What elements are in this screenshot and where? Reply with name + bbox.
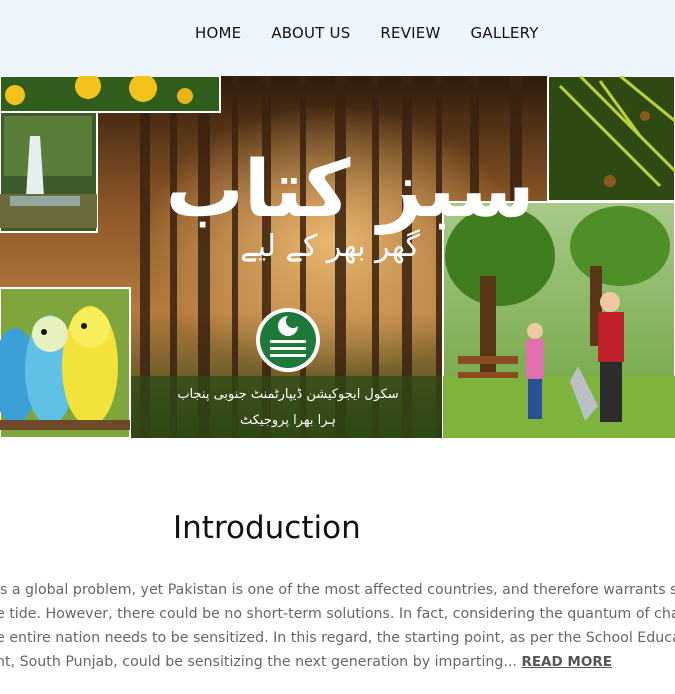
- nav-link-gallery[interactable]: GALLERY: [471, 24, 539, 42]
- intro-line-1: is a global problem, yet Pakistan is one…: [0, 582, 675, 598]
- intro-paragraph: is a global problem, yet Pakistan is one…: [0, 578, 675, 674]
- top-navbar: HOME ABOUT US REVIEW GALLERY: [0, 0, 675, 76]
- hero-banner: سبز کتاب گھر بھر کے لیے سکول ایجوکیشن ڈی…: [0, 76, 675, 438]
- nav-link-about-us[interactable]: ABOUT US: [271, 24, 350, 42]
- page: HOME ABOUT US REVIEW GALLERY سبز کتاب گھ…: [0, 0, 675, 694]
- park-cartoon: [442, 201, 675, 438]
- hero-urdu-title: سبز کتاب: [165, 145, 534, 235]
- intro-line-4-text: nt, South Punjab, could be sensitizing t…: [0, 654, 522, 670]
- intro-line-4: nt, South Punjab, could be sensitizing t…: [0, 650, 675, 674]
- intro-line-2: e tide. However, there could be no short…: [0, 606, 675, 622]
- nav-link-review[interactable]: REVIEW: [380, 24, 440, 42]
- hero-urdu-subtitle: گھر بھر کے لیے: [240, 229, 420, 264]
- sunflower-photo: [0, 76, 221, 113]
- hero-collage: سبز کتاب گھر بھر کے لیے سکول ایجوکیشن ڈی…: [0, 76, 675, 438]
- hero-urdu-dept-line: سکول ایجوکیشن ڈیپارٹمنٹ جنوبی پنجاب: [177, 387, 398, 402]
- waterfall-photo: [0, 111, 98, 233]
- read-more-link[interactable]: READ MORE: [521, 654, 612, 670]
- hero-urdu-project-line: ہرا بھرا پروجیکٹ: [240, 413, 336, 428]
- intro-line-3: e entire nation needs to be sensitized. …: [0, 630, 675, 646]
- nav-link-home[interactable]: HOME: [195, 24, 241, 42]
- budgies-photo: [0, 287, 131, 438]
- intro-heading: Introduction: [173, 510, 361, 546]
- punjab-logo: [256, 308, 320, 372]
- nav-menu: HOME ABOUT US REVIEW GALLERY: [195, 24, 569, 42]
- pine-branch-photo: [547, 76, 675, 202]
